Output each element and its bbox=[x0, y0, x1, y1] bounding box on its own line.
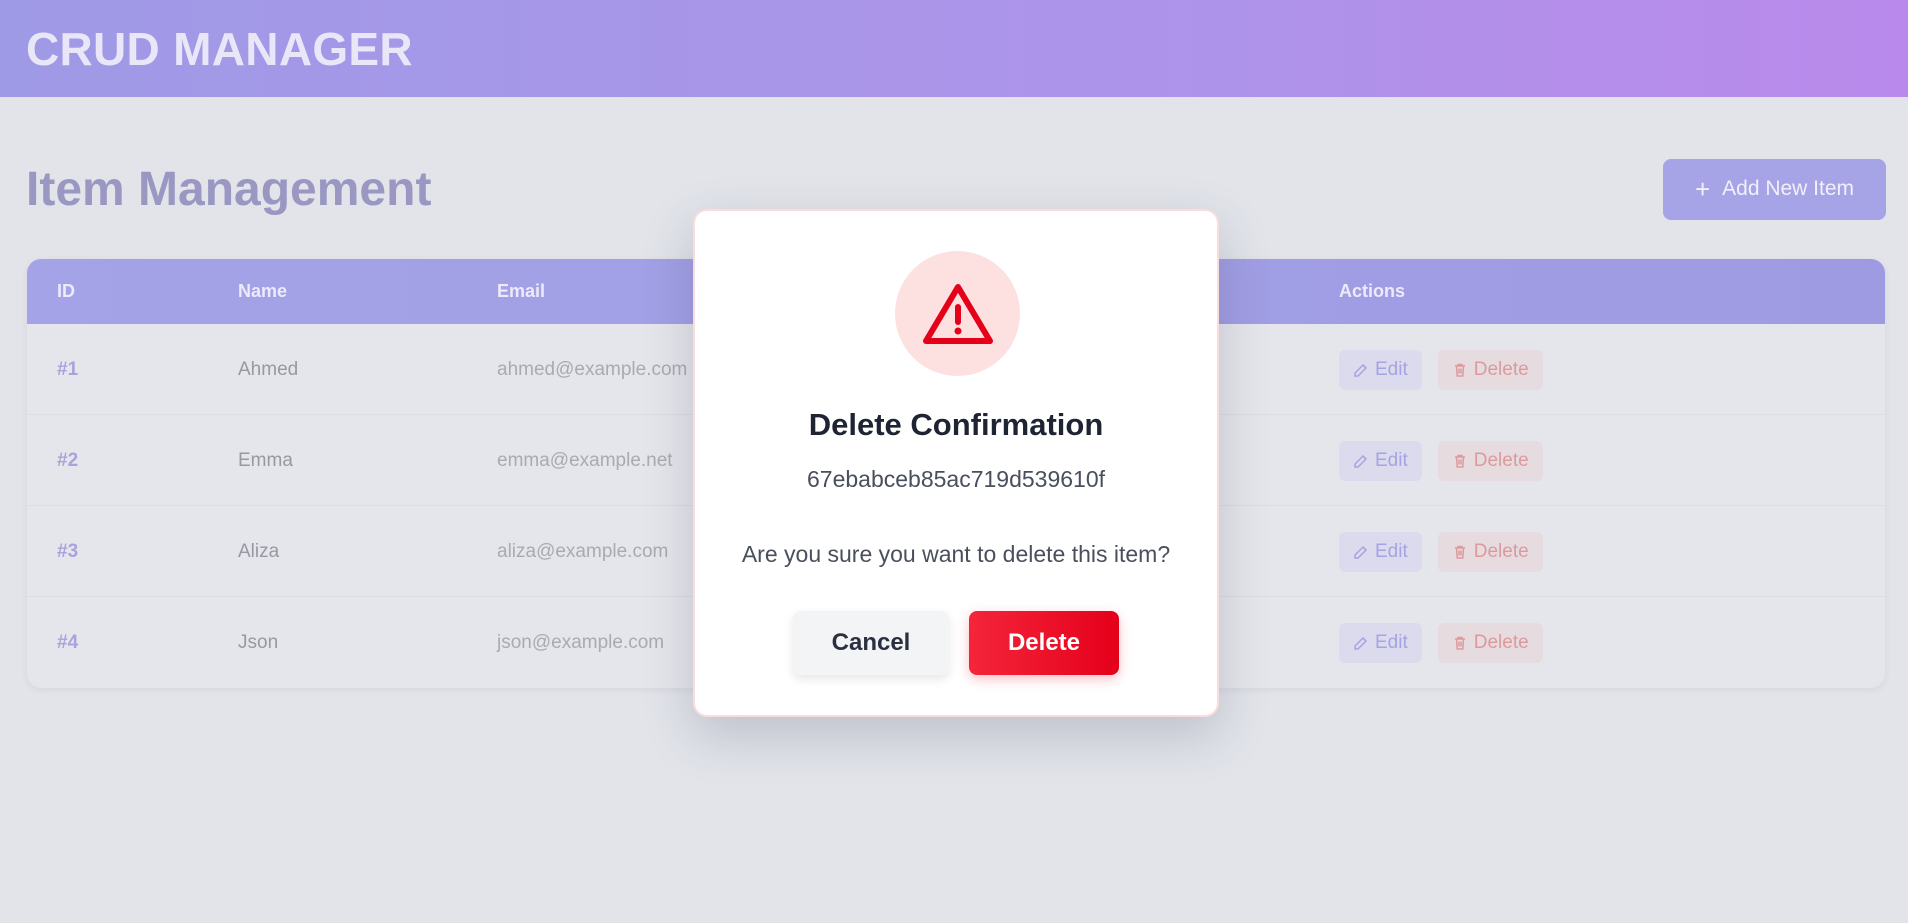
trash-icon bbox=[1454, 363, 1465, 377]
row-name: Aliza bbox=[238, 541, 280, 562]
edit-icon bbox=[1354, 636, 1368, 650]
row-email: ahmed@example.com bbox=[497, 359, 688, 380]
edit-label: Edit bbox=[1375, 450, 1408, 471]
row-actions: Edit Delete bbox=[1339, 350, 1543, 390]
edit-icon bbox=[1354, 363, 1368, 377]
warning-icon-circle bbox=[895, 251, 1020, 376]
delete-confirmation-dialog: Delete Confirmation 67ebabceb85ac719d539… bbox=[693, 209, 1219, 717]
add-new-item-button[interactable]: + Add New Item bbox=[1663, 158, 1886, 220]
warning-icon bbox=[922, 283, 993, 344]
edit-label: Edit bbox=[1375, 541, 1408, 562]
row-actions: Edit Delete bbox=[1339, 441, 1543, 481]
row-name: Emma bbox=[238, 450, 293, 471]
delete-label: Delete bbox=[1473, 632, 1529, 653]
edit-label: Edit bbox=[1375, 359, 1408, 380]
row-name: Json bbox=[238, 632, 279, 653]
edit-button[interactable]: Edit bbox=[1339, 441, 1422, 481]
delete-button[interactable]: Delete bbox=[1437, 532, 1543, 572]
row-id: #1 bbox=[57, 359, 79, 380]
edit-icon bbox=[1354, 545, 1368, 559]
column-header-name: Name bbox=[238, 281, 288, 301]
row-name: Ahmed bbox=[238, 359, 299, 380]
column-header-actions: Actions bbox=[1339, 281, 1406, 301]
dialog-title: Delete Confirmation bbox=[808, 407, 1104, 442]
column-header-email: Email bbox=[497, 281, 546, 301]
row-email: json@example.com bbox=[497, 632, 665, 653]
delete-button[interactable]: Delete bbox=[1437, 623, 1543, 663]
row-id: #4 bbox=[57, 632, 79, 653]
app-root: CRUD MANAGER Item Management + Add New I… bbox=[0, 0, 1908, 923]
column-header-id: ID bbox=[57, 281, 75, 301]
dialog-item-id: 67ebabceb85ac719d539610f bbox=[806, 466, 1105, 492]
dialog-message: Are you sure you want to delete this ite… bbox=[741, 541, 1171, 567]
plus-icon: + bbox=[1694, 174, 1711, 204]
add-new-item-label: Add New Item bbox=[1722, 177, 1855, 200]
edit-button[interactable]: Edit bbox=[1339, 532, 1422, 572]
page-title: Item Management bbox=[26, 162, 432, 216]
row-email: emma@example.net bbox=[497, 450, 673, 471]
delete-label: Delete bbox=[1473, 541, 1529, 562]
edit-button[interactable]: Edit bbox=[1339, 350, 1422, 390]
row-actions: Edit Delete bbox=[1339, 623, 1543, 663]
edit-icon bbox=[1354, 454, 1368, 468]
row-id: #2 bbox=[57, 450, 79, 471]
edit-button[interactable]: Edit bbox=[1339, 623, 1422, 663]
delete-button[interactable]: Delete bbox=[1437, 441, 1543, 481]
delete-label: Delete bbox=[1473, 359, 1529, 380]
row-actions: Edit Delete bbox=[1339, 532, 1543, 572]
edit-label: Edit bbox=[1375, 632, 1408, 653]
trash-icon bbox=[1454, 545, 1465, 559]
top-bar: CRUD MANAGER bbox=[0, 0, 1908, 97]
trash-icon bbox=[1454, 636, 1465, 650]
delete-label: Delete bbox=[1473, 450, 1529, 471]
row-id: #3 bbox=[57, 541, 79, 562]
confirm-delete-button[interactable]: Delete bbox=[969, 611, 1119, 675]
trash-icon bbox=[1454, 454, 1465, 468]
dialog-actions: Cancel Delete bbox=[695, 611, 1217, 675]
row-email: aliza@example.com bbox=[497, 541, 669, 562]
delete-button[interactable]: Delete bbox=[1437, 350, 1543, 390]
cancel-button[interactable]: Cancel bbox=[793, 611, 949, 675]
brand-title: CRUD MANAGER bbox=[26, 22, 413, 75]
